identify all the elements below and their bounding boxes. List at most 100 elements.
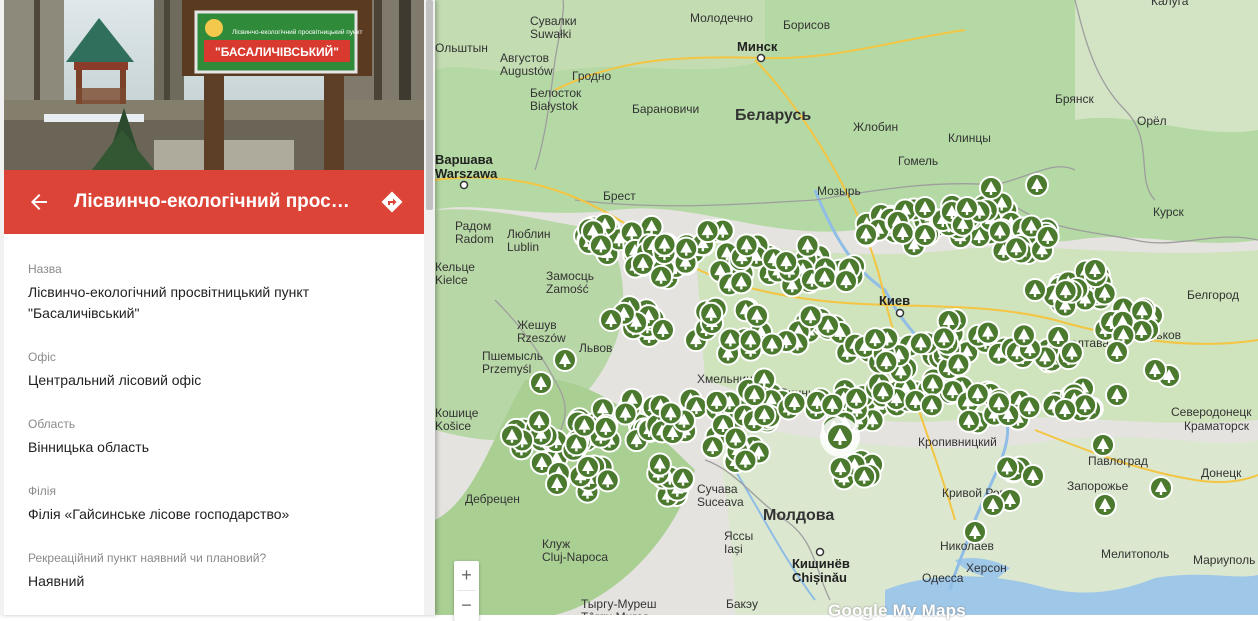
scrollbar-thumb[interactable] [426, 0, 433, 210]
tree-marker[interactable] [674, 236, 699, 261]
tree-marker[interactable] [863, 327, 888, 352]
tree-marker[interactable] [963, 520, 987, 544]
tree-marker[interactable] [545, 471, 570, 496]
tree-marker[interactable] [1053, 398, 1077, 422]
tree-marker[interactable] [920, 372, 945, 397]
tree-marker[interactable] [738, 328, 763, 353]
place-photo[interactable]: Лісвинчо-екологічний просвітницький пунк… [4, 0, 424, 170]
tree-marker[interactable] [913, 223, 937, 247]
tree-marker[interactable] [649, 264, 674, 289]
tree-marker[interactable] [1011, 323, 1036, 348]
tree-marker[interactable] [979, 176, 1003, 200]
tree-marker[interactable] [599, 308, 623, 332]
city-label: Жлобин [853, 120, 898, 134]
tree-marker[interactable] [704, 389, 729, 414]
zoom-out-button[interactable]: − [454, 591, 479, 620]
tree-marker[interactable] [1053, 279, 1078, 304]
tree-marker[interactable] [1149, 476, 1173, 500]
tree-marker[interactable] [671, 466, 696, 491]
tree-marker[interactable] [774, 250, 799, 275]
tree-marker[interactable] [828, 456, 853, 481]
city-label: Августов Augustów [500, 51, 553, 78]
back-button[interactable] [4, 170, 74, 234]
tree-marker[interactable] [593, 415, 618, 440]
tree-marker[interactable] [1091, 433, 1115, 457]
tree-marker[interactable] [1025, 173, 1049, 197]
tree-marker[interactable] [890, 220, 915, 245]
tree-marker[interactable] [1023, 278, 1047, 302]
tree-marker[interactable] [1035, 224, 1060, 249]
tree-marker[interactable] [1059, 340, 1084, 365]
tree-marker[interactable] [1143, 358, 1167, 382]
tree-marker[interactable] [812, 265, 837, 290]
tree-marker[interactable] [987, 219, 1012, 244]
tree-marker[interactable] [499, 423, 524, 448]
tree-marker[interactable] [965, 382, 990, 407]
tree-marker[interactable] [742, 383, 767, 408]
tree-marker[interactable] [699, 301, 724, 326]
tree-marker[interactable] [695, 219, 720, 244]
tree-marker[interactable] [995, 455, 1020, 480]
tree-marker[interactable] [718, 327, 743, 352]
tree-marker[interactable] [908, 331, 933, 356]
tree-marker[interactable] [734, 233, 759, 258]
tree-marker[interactable] [1004, 236, 1029, 261]
tree-marker[interactable] [870, 380, 895, 405]
tree-marker[interactable] [527, 409, 552, 434]
tree-marker[interactable] [844, 386, 869, 411]
tree-marker[interactable] [733, 448, 758, 473]
arrow-back-icon [31, 194, 47, 210]
tree-marker[interactable] [760, 332, 785, 357]
tree-marker[interactable] [1130, 299, 1155, 324]
tree-marker[interactable] [975, 320, 1000, 345]
tree-marker[interactable] [658, 401, 683, 426]
tree-marker[interactable] [647, 452, 672, 477]
tree-marker[interactable] [834, 269, 859, 294]
tree-marker[interactable] [986, 391, 1011, 416]
tree-marker[interactable] [1073, 393, 1098, 418]
tree-marker[interactable] [588, 233, 613, 258]
tree-marker[interactable] [782, 391, 807, 416]
tree-marker[interactable] [1093, 493, 1117, 517]
field-value: Лісвинчо-екологічний просвітницький пунк… [28, 284, 310, 321]
map-canvas[interactable]: Беларусь Молдова Минск Варшава Warszawa … [435, 0, 1258, 615]
tree-marker[interactable] [1083, 258, 1107, 282]
tree-marker[interactable] [572, 413, 597, 438]
tree-marker[interactable] [529, 371, 553, 395]
tree-marker[interactable] [745, 303, 770, 328]
tree-marker[interactable] [1017, 395, 1042, 420]
tree-marker[interactable] [931, 326, 956, 351]
tree-marker[interactable] [852, 464, 877, 489]
tree-marker[interactable] [576, 454, 601, 479]
tree-marker[interactable] [854, 222, 879, 247]
tree-marker[interactable] [1105, 383, 1129, 407]
zoom-control: + − [454, 561, 479, 621]
field-label: Офіс [28, 350, 56, 364]
tree-marker[interactable] [613, 401, 638, 426]
tree-marker[interactable] [1105, 340, 1129, 364]
tree-marker[interactable] [913, 196, 937, 220]
tree-marker[interactable] [798, 304, 823, 329]
tree-marker[interactable] [553, 348, 577, 372]
tree-marker[interactable] [651, 318, 675, 342]
tree-marker[interactable] [919, 393, 944, 418]
tree-marker[interactable] [729, 270, 754, 295]
tree-marker[interactable] [700, 435, 725, 460]
tree-marker[interactable] [1021, 464, 1045, 488]
tree-marker[interactable] [652, 232, 677, 257]
tree-marker[interactable] [956, 408, 981, 433]
tree-marker[interactable] [874, 350, 899, 375]
tree-marker[interactable] [723, 426, 748, 451]
tree-marker[interactable] [955, 196, 979, 220]
tree-marker[interactable] [946, 352, 971, 377]
zoom-in-button[interactable]: + [454, 561, 479, 590]
city-label: Тыргу-МурешTârgu Mureș [581, 597, 656, 615]
tree-marker[interactable] [820, 392, 845, 417]
selected-marker[interactable] [820, 417, 860, 457]
directions-button[interactable] [360, 170, 424, 234]
tree-marker[interactable] [981, 493, 1005, 517]
tree-marker[interactable] [795, 233, 820, 258]
capital-label: Варшава Warszawa [435, 152, 498, 181]
tree-marker[interactable] [752, 403, 777, 428]
tree-marker[interactable] [595, 468, 620, 493]
